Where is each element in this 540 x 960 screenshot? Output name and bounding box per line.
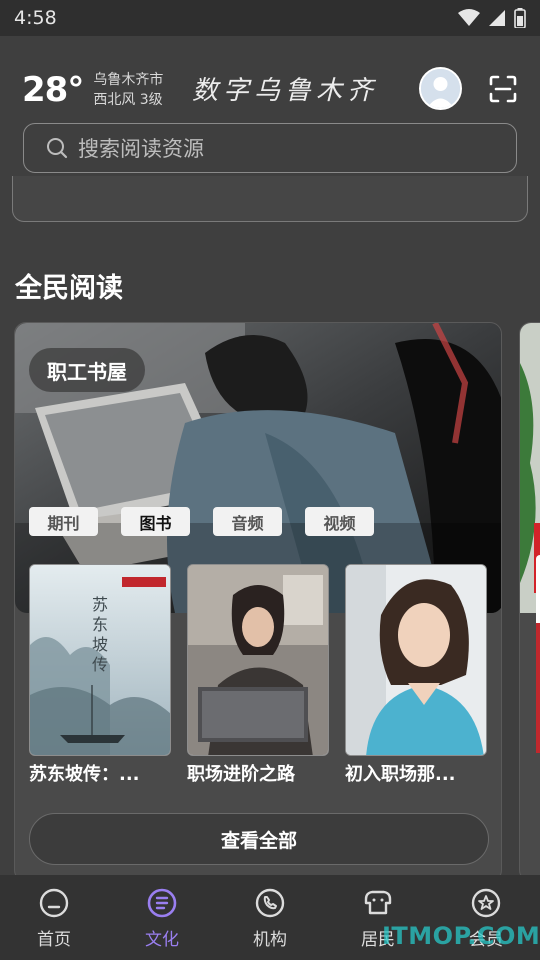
wind-info: 西北风 3级 xyxy=(93,92,163,108)
battery-icon xyxy=(514,8,526,28)
status-icons xyxy=(458,8,526,28)
book-title: 苏东坡传：... xyxy=(29,764,140,785)
tab-video[interactable]: 视频 xyxy=(305,507,374,536)
status-bar: 4:58 xyxy=(0,0,540,36)
svg-text:坡: 坡 xyxy=(92,635,108,654)
reading-card: 职工书屋 期刊 图书 音频 视频 苏 东 坡 传 苏东坡传：... 职场进阶之路… xyxy=(14,322,502,882)
svg-text:苏: 苏 xyxy=(92,595,108,614)
search-placeholder: 搜索阅读资源 xyxy=(78,137,204,161)
book-title: 初入职场那... xyxy=(345,764,456,785)
book-cover xyxy=(187,564,329,756)
tab-audio[interactable]: 音频 xyxy=(213,507,282,536)
watermark: ITMOP.COM xyxy=(382,922,540,950)
book-item[interactable]: 苏 东 坡 传 苏东坡传：... xyxy=(29,564,171,786)
view-all-button[interactable]: 查看全部 xyxy=(29,813,489,865)
card-tag: 职工书屋 xyxy=(29,348,145,392)
culture-icon xyxy=(147,888,177,918)
svg-text:东: 东 xyxy=(92,615,108,634)
svg-text:传: 传 xyxy=(92,655,108,674)
signal-icon xyxy=(489,10,505,26)
avatar[interactable] xyxy=(419,67,462,110)
wifi-icon xyxy=(458,9,480,26)
weather-widget[interactable]: 28° 乌鲁木齐市 西北风 3级 xyxy=(22,70,163,110)
tab-periodicals[interactable]: 期刊 xyxy=(29,507,98,536)
book-item[interactable]: 职场进阶之路 xyxy=(187,564,329,786)
banner-carousel[interactable] xyxy=(12,176,528,222)
home-icon xyxy=(39,888,69,918)
nav-item-institution[interactable]: 机构 xyxy=(216,875,324,960)
nav-label: 文化 xyxy=(145,930,179,950)
scan-icon[interactable] xyxy=(488,74,518,104)
phone-icon xyxy=(255,888,285,918)
book-list: 苏 东 坡 传 苏东坡传：... 职场进阶之路 初入职场那... xyxy=(29,564,487,786)
status-time: 4:58 xyxy=(14,7,57,29)
book-item[interactable]: 初入职场那... xyxy=(345,564,487,786)
nav-label: 首页 xyxy=(37,930,71,950)
book-cover: 苏 东 坡 传 xyxy=(29,564,171,756)
search-icon xyxy=(47,138,68,159)
temperature: 28° xyxy=(22,70,84,110)
section-title: 全民阅读 xyxy=(15,273,123,304)
next-card-peek[interactable] xyxy=(519,322,540,882)
media-tabs: 期刊 图书 音频 视频 xyxy=(29,507,374,536)
search-input[interactable]: 搜索阅读资源 xyxy=(23,123,517,173)
nav-item-home[interactable]: 首页 xyxy=(0,875,108,960)
nav-item-culture[interactable]: 文化 xyxy=(108,875,216,960)
book-cover xyxy=(345,564,487,756)
nav-label: 机构 xyxy=(253,930,287,950)
resident-icon xyxy=(364,890,392,915)
user-avatar-icon xyxy=(421,69,460,108)
city-name: 乌鲁木齐市 xyxy=(93,72,164,88)
app-title-logo: 数字乌鲁木齐 xyxy=(192,76,379,106)
member-icon xyxy=(471,888,501,918)
book-title: 职场进阶之路 xyxy=(187,764,295,785)
tab-books[interactable]: 图书 xyxy=(121,507,190,536)
